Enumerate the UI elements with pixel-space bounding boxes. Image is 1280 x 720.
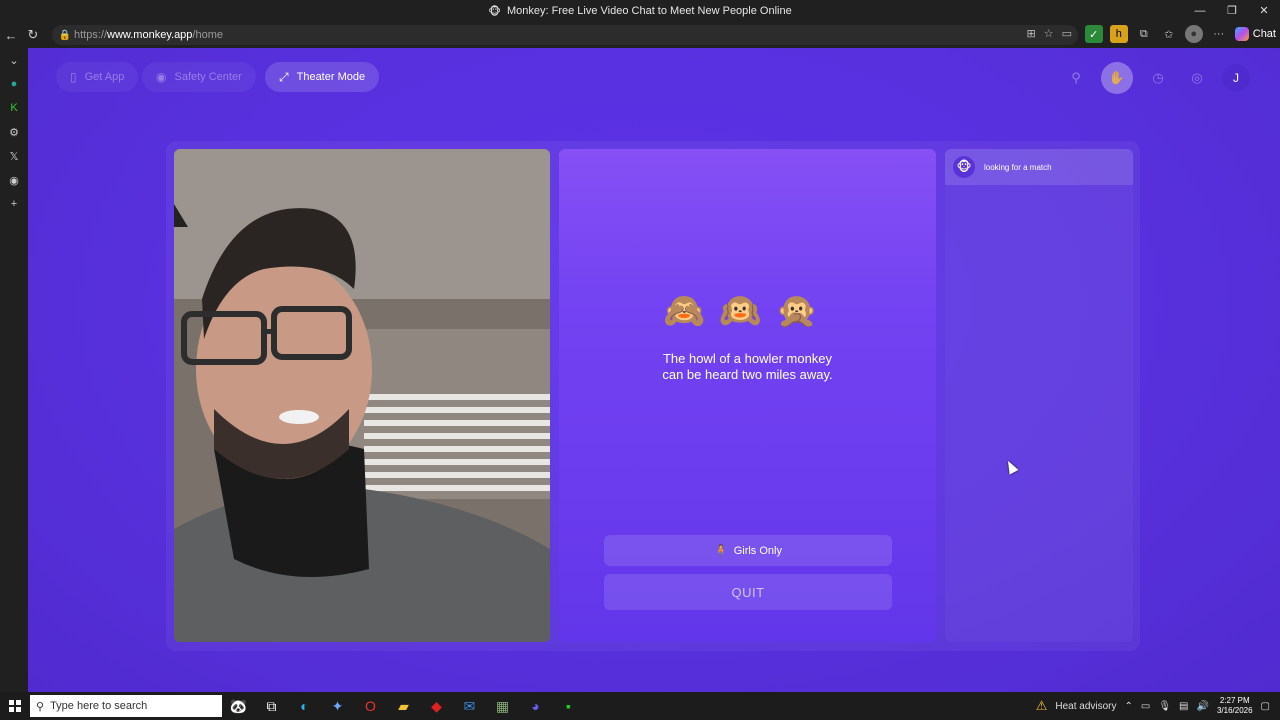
clock-time: 2:27 PM — [1219, 696, 1250, 705]
file-explorer-icon[interactable]: ▰ — [387, 692, 420, 720]
phone-icon: ▯ — [70, 70, 77, 84]
taskbar-clock[interactable]: 2:27 PM 3/16/2026 — [1217, 696, 1253, 716]
history-clock-icon[interactable]: ◷ — [1144, 64, 1172, 92]
chat-sidebar: 🐵 looking for a match — [945, 149, 1133, 642]
window-controls: — ❐ ✕ — [1184, 0, 1280, 22]
kick-icon[interactable]: K — [0, 96, 28, 120]
girl-icon: 🧍 — [714, 545, 728, 557]
camera-icon[interactable]: ▭ — [1062, 27, 1072, 40]
url-host: www.monkey.app — [107, 29, 193, 41]
girls-only-label: Girls Only — [733, 544, 782, 557]
windows-taskbar: ⚲ Type here to search 🐼 ⧉ ◐ ✦ O ▰ ◆ ✉ ▦ … — [0, 692, 1280, 720]
url-path: /home — [192, 29, 223, 41]
outlook-icon[interactable]: ✉ — [453, 692, 486, 720]
favorites-icon[interactable]: ✩ — [1160, 25, 1178, 43]
search-icon[interactable]: ⚲ — [1062, 64, 1090, 92]
taskbar-search-box[interactable]: ⚲ Type here to search — [30, 695, 222, 717]
apps-icon[interactable]: ⊞ — [1027, 27, 1036, 40]
x-twitter-icon[interactable]: 𝕏 — [0, 144, 28, 168]
search-icon: ⚲ — [36, 700, 45, 713]
browser-toolbar: ← ↻ 🔒 https://www.monkey.app/home ⊞ ☆ ▭ … — [0, 22, 1280, 48]
close-icon[interactable]: ✕ — [1248, 0, 1280, 22]
address-bar[interactable]: 🔒 https://www.monkey.app/home ⊞ ☆ ▭ — [52, 25, 1078, 45]
back-icon[interactable]: ← — [0, 28, 22, 43]
windows-logo-icon — [9, 700, 21, 712]
site-info-icon[interactable]: 🔒 — [56, 30, 74, 41]
expand-icon: ⤢ — [279, 69, 289, 84]
app-red-icon[interactable]: ◆ — [420, 692, 453, 720]
settings-icon[interactable]: ⚙ — [0, 120, 28, 144]
add-icon[interactable]: + — [0, 192, 28, 216]
refresh-icon[interactable]: ↻ — [22, 27, 44, 43]
chevron-up-icon[interactable]: ⌃ — [1125, 701, 1133, 712]
weather-text[interactable]: Heat advisory — [1055, 701, 1116, 712]
window-titlebar: 🐵 Monkey: Free Live Video Chat to Meet N… — [0, 0, 1280, 22]
circle-app-icon[interactable]: ◉ — [0, 168, 28, 192]
theater-mode-label: Theater Mode — [296, 71, 366, 83]
get-app-label: Get App — [84, 71, 125, 83]
edge-browser-icon[interactable]: ◐ — [288, 692, 321, 720]
camera-feed-image — [174, 149, 550, 642]
more-icon[interactable]: ··· — [1210, 25, 1228, 43]
monkey-favicon-icon: 🐵 — [488, 5, 501, 18]
sidebar-app-icon[interactable]: ● — [0, 72, 28, 96]
copilot-chat-button[interactable]: Chat — [1234, 27, 1276, 41]
monkey-page: ▯ Get App ◉ Safety Center ⤢ Theater Mode… — [28, 48, 1280, 692]
three-monkeys-icon: 🙈🙉🙊 — [662, 292, 832, 330]
top-right-icons: ⚲ ✋ ◷ ◎ J — [1062, 62, 1250, 94]
window-title: Monkey: Free Live Video Chat to Meet New… — [506, 5, 792, 17]
browser-sidebar: ⌄ ● K ⚙ 𝕏 ◉ + — [0, 48, 28, 692]
volume-icon[interactable]: 🔊 — [1197, 701, 1209, 712]
app-grid-icon[interactable]: ▦ — [486, 692, 519, 720]
profile-icon[interactable]: ● — [1184, 25, 1203, 43]
tray-app-icon[interactable]: ▭ — [1141, 701, 1150, 712]
video-chat-icon[interactable]: ✋ — [1101, 62, 1133, 94]
system-tray: ⚠ Heat advisory ⌃ ▭ 🎙 ▤ 🔊 2:27 PM 3/16/2… — [1036, 692, 1280, 720]
monkey-fact: The howl of a howler monkey can be heard… — [619, 351, 876, 383]
notifications-icon[interactable]: ▢ — [1261, 701, 1270, 712]
warning-icon: ⚠ — [1035, 698, 1048, 713]
clock-date: 3/16/2026 — [1216, 706, 1253, 715]
match-status-row: 🐵 looking for a match — [945, 149, 1133, 185]
url-scheme: https:// — [74, 29, 108, 41]
extensions-puzzle-icon[interactable]: ⧉ — [1135, 25, 1153, 43]
microphone-icon[interactable]: 🎙 — [1158, 701, 1171, 712]
get-app-button[interactable]: ▯ Get App — [56, 62, 139, 92]
start-button[interactable] — [0, 700, 30, 712]
extension-check-icon[interactable]: ✓ — [1084, 25, 1103, 43]
shield-icon: ◉ — [156, 70, 167, 84]
monkey-avatar-icon: 🐵 — [953, 156, 975, 178]
user-avatar[interactable]: J — [1222, 64, 1250, 92]
extension-honey-icon[interactable]: h — [1109, 25, 1128, 43]
search-placeholder: Type here to search — [50, 700, 148, 712]
opera-icon[interactable]: O — [354, 692, 387, 720]
safety-center-button[interactable]: ◉ Safety Center — [142, 62, 256, 92]
restore-icon[interactable]: ❐ — [1216, 0, 1248, 22]
fact-line-1: The howl of a howler monkey — [662, 351, 833, 366]
copilot-icon — [1234, 27, 1249, 41]
copilot-taskbar-icon[interactable]: ✦ — [321, 692, 354, 720]
favorite-star-icon[interactable]: ☆ — [1044, 27, 1054, 40]
self-camera-video — [174, 149, 550, 642]
app-green-icon[interactable]: ▪ — [552, 692, 585, 720]
panda-widget-icon[interactable]: 🐼 — [222, 692, 255, 720]
messages-icon[interactable]: ◎ — [1183, 64, 1211, 92]
theater-mode-button[interactable]: ⤢ Theater Mode — [265, 62, 380, 92]
match-status-text: looking for a match — [984, 162, 1052, 172]
task-view-icon[interactable]: ⧉ — [255, 692, 288, 720]
chevron-down-icon[interactable]: ⌄ — [0, 48, 28, 72]
chat-label: Chat — [1252, 28, 1276, 40]
fact-line-2: can be heard two miles away. — [662, 367, 833, 382]
girls-only-button[interactable]: 🧍 Girls Only — [604, 535, 892, 566]
minimize-icon[interactable]: — — [1184, 0, 1216, 22]
network-icon[interactable]: ▤ — [1179, 701, 1188, 712]
matching-card: 🙈🙉🙊 The howl of a howler monkey can be h… — [559, 149, 936, 642]
quit-button[interactable]: QUIT — [604, 574, 892, 610]
discord-icon[interactable]: ◕ — [519, 692, 552, 720]
safety-center-label: Safety Center — [174, 71, 242, 83]
